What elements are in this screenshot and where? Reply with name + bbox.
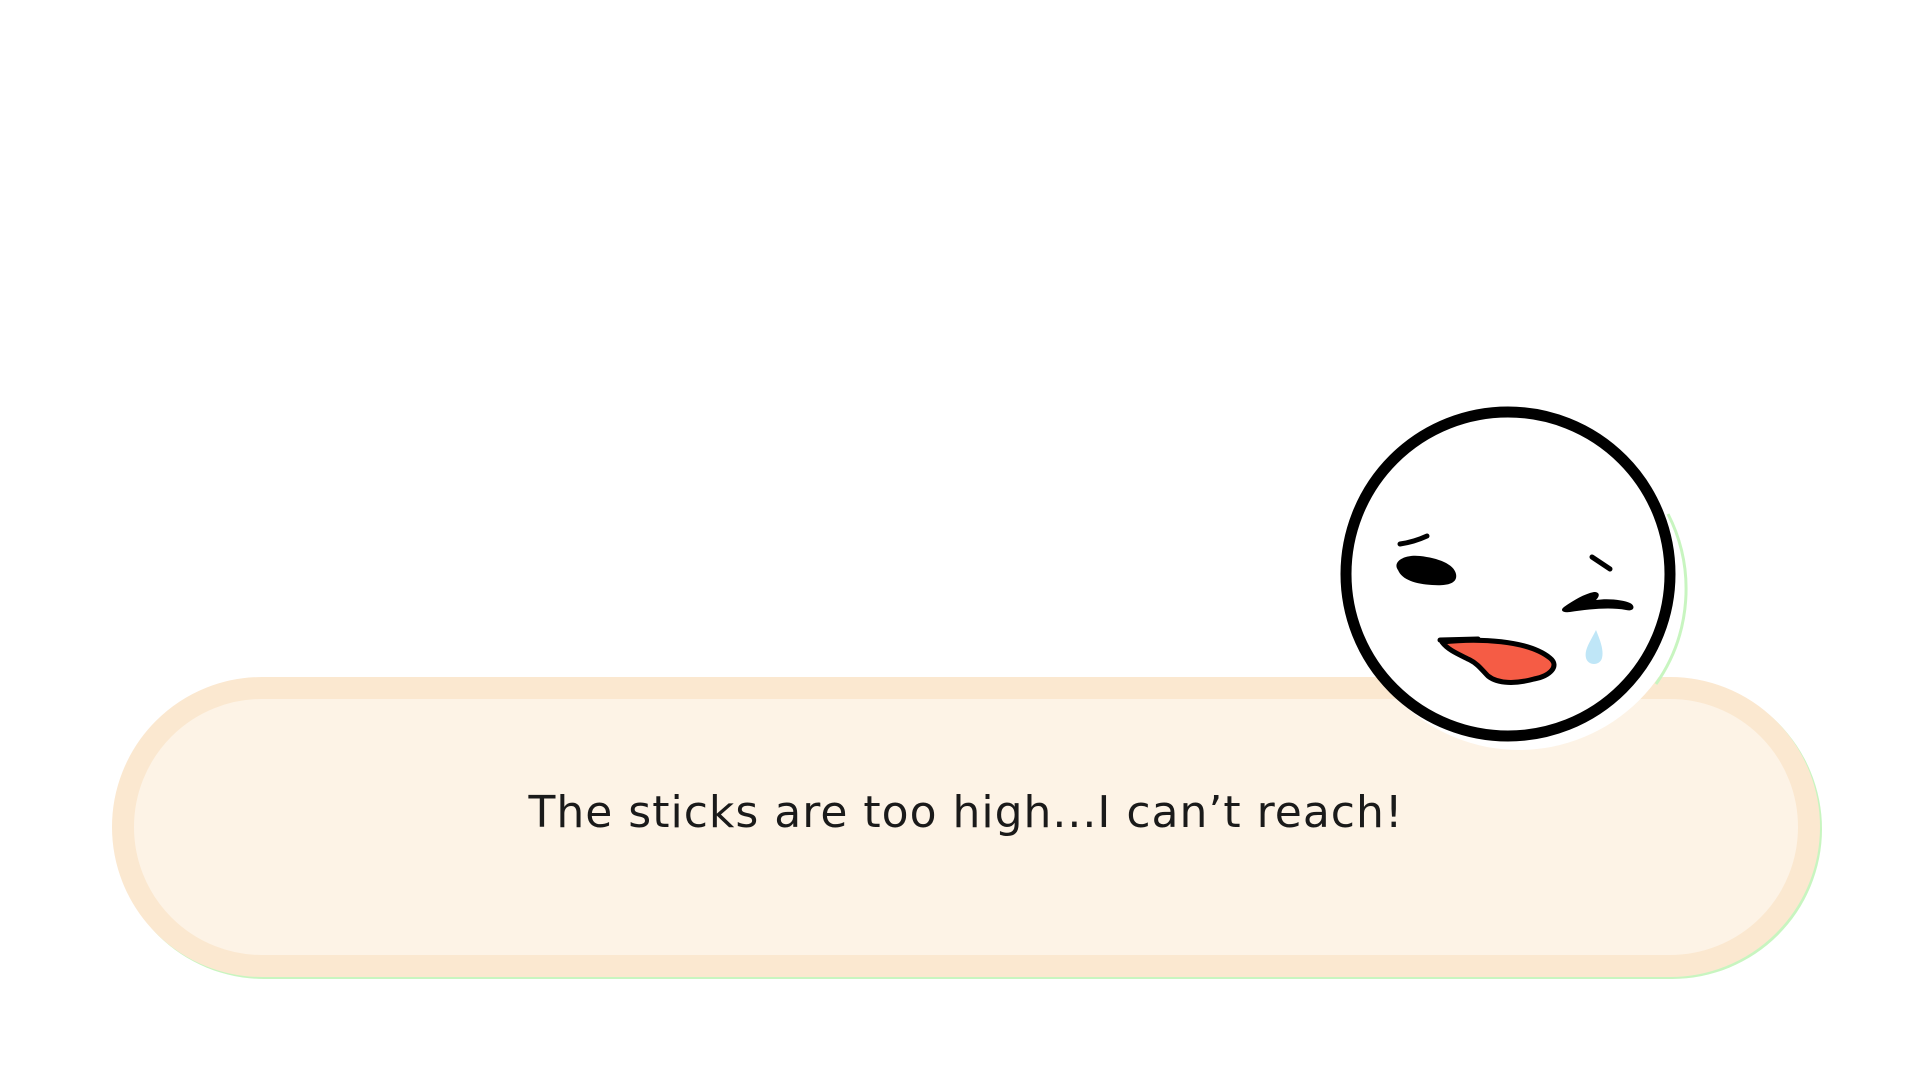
character-portrait xyxy=(1338,404,1690,756)
crying-face-icon xyxy=(1340,406,1689,750)
dialogue-text: The sticks are too high...I can’t reach! xyxy=(528,787,1404,838)
game-scene: The sticks are too high...I can’t reach! xyxy=(0,0,1920,1080)
